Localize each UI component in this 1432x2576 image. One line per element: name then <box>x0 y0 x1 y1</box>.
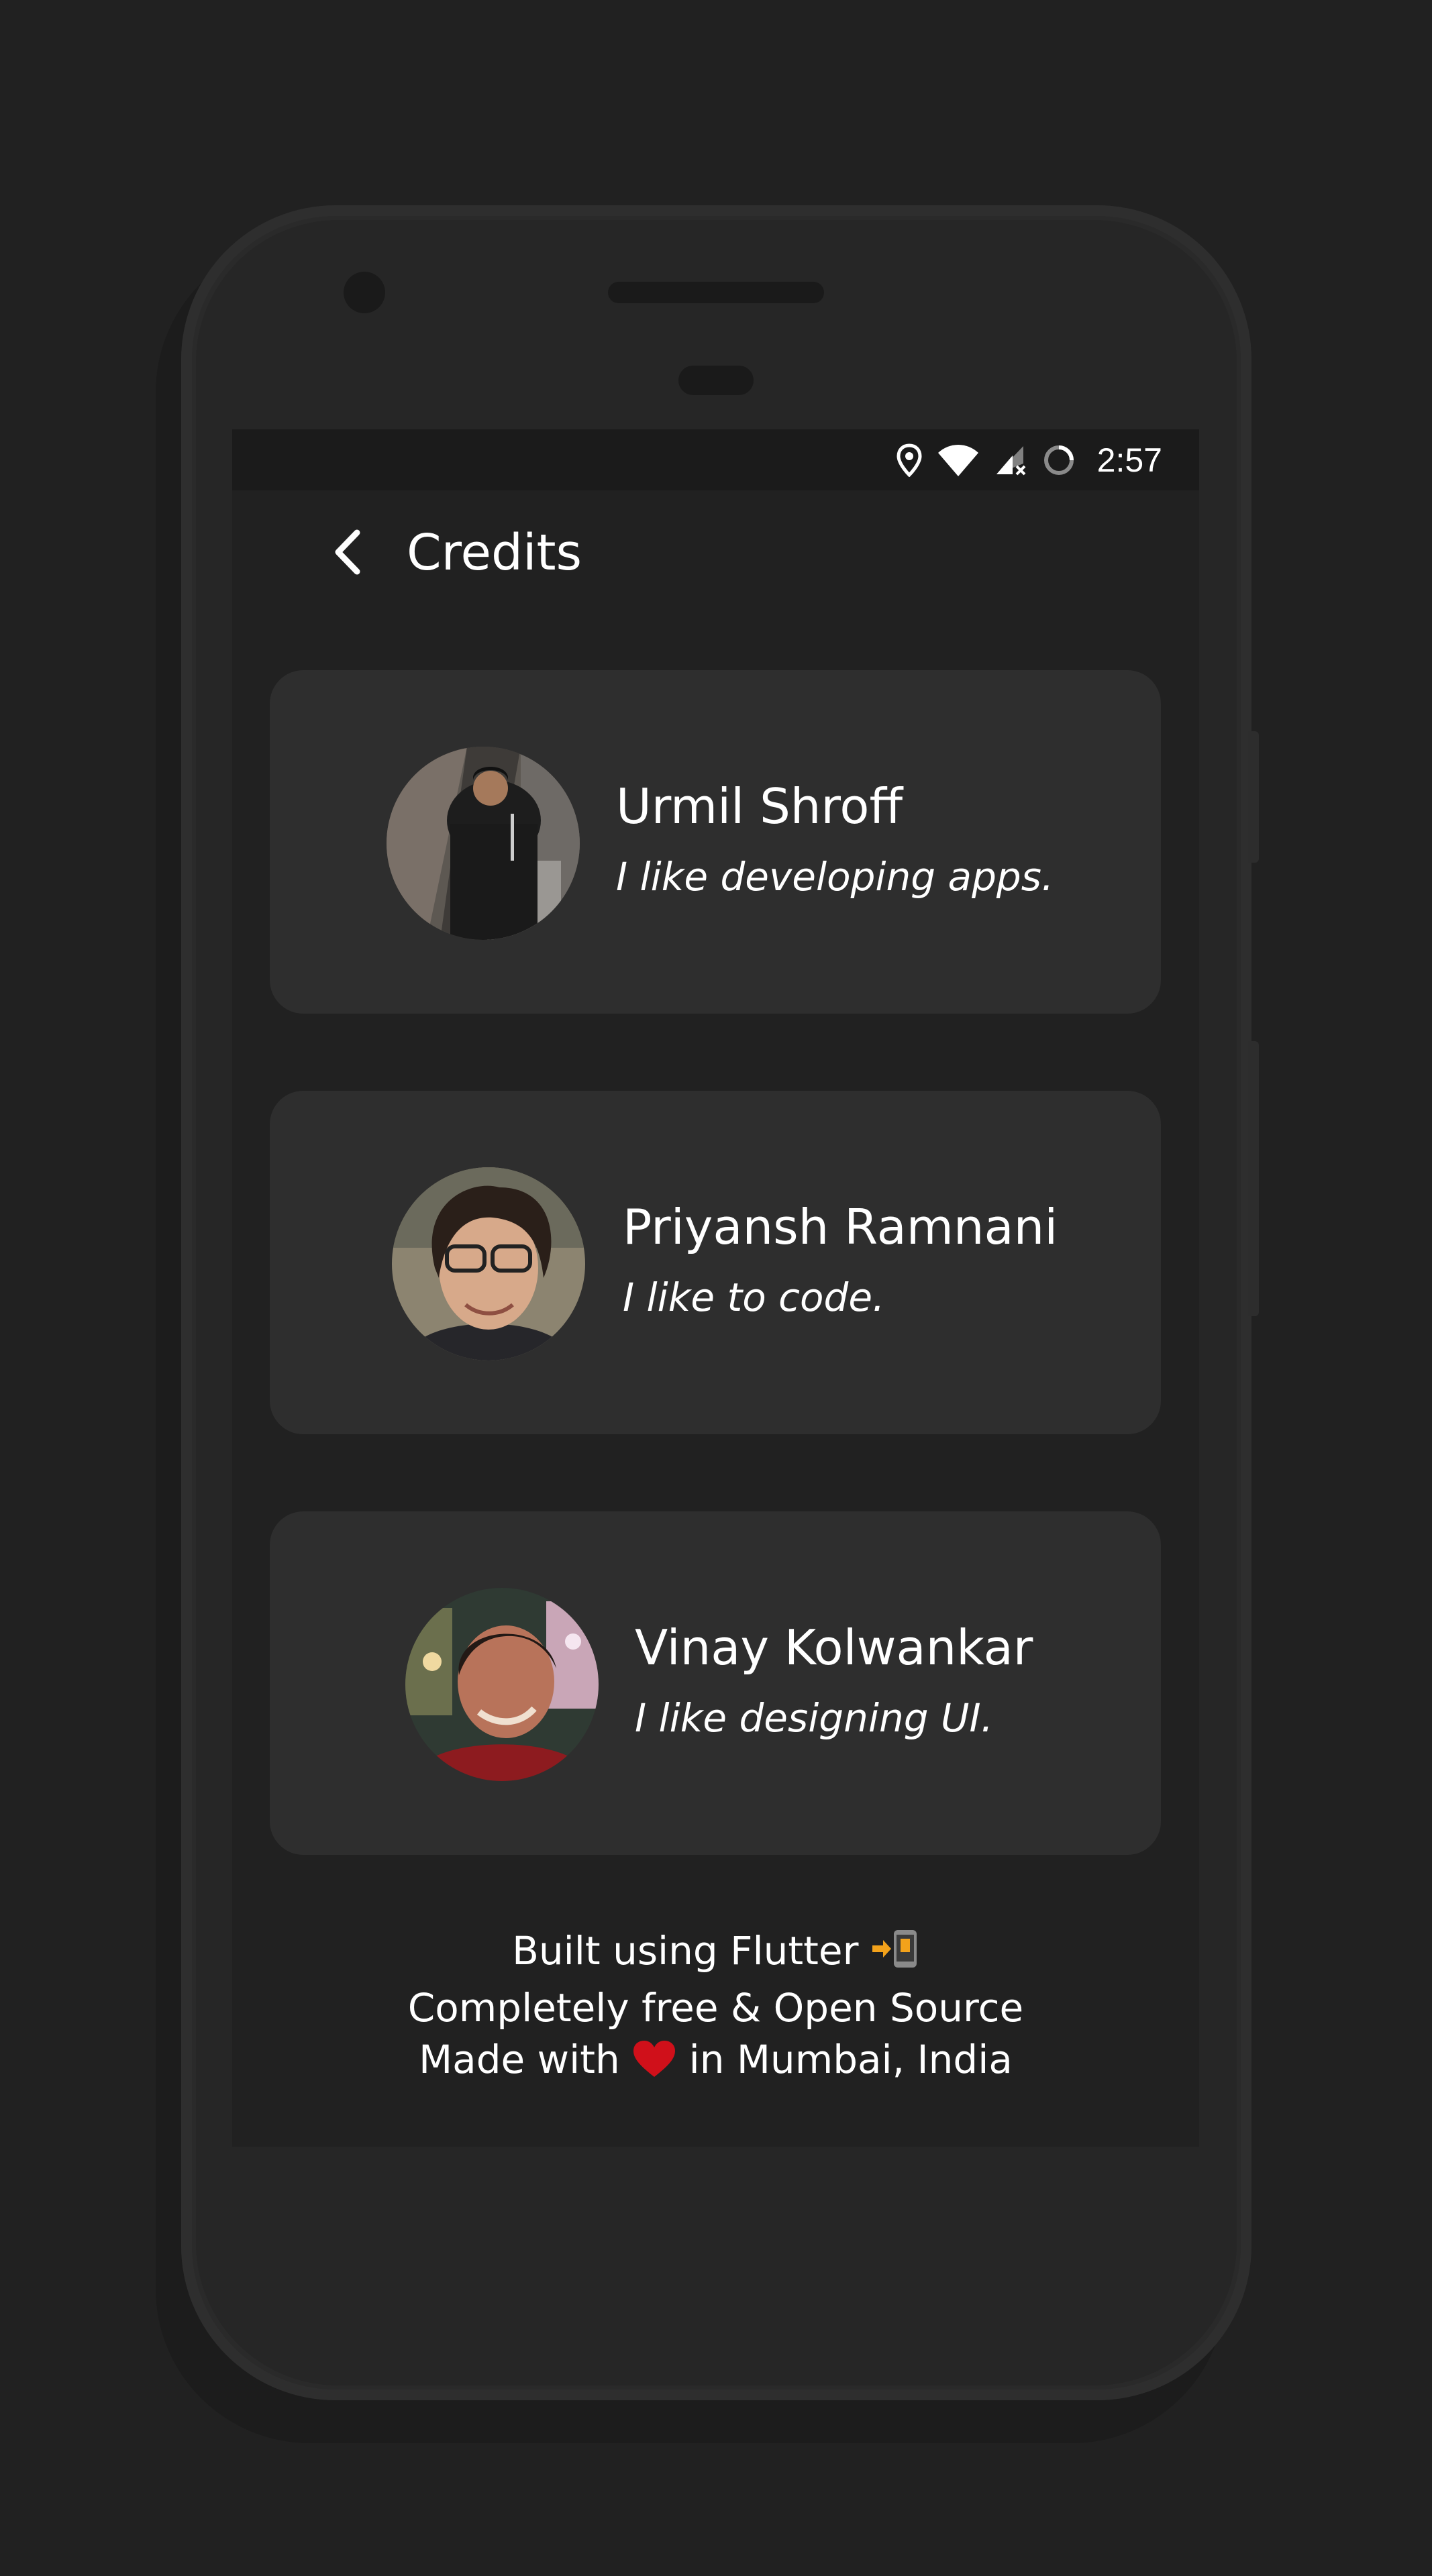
back-button[interactable] <box>321 527 374 580</box>
arrow-to-phone-icon <box>871 1928 919 1982</box>
person-name: Priyansh Ramnani <box>623 1199 1058 1255</box>
person-tagline: I like to code. <box>623 1275 885 1320</box>
location-icon <box>896 443 923 477</box>
page-title: Credits <box>407 524 582 582</box>
front-camera <box>344 272 385 313</box>
credit-card[interactable]: Urmil Shroff I like developing apps. <box>270 670 1161 1014</box>
person-tagline: I like designing UI. <box>635 1695 994 1741</box>
footer-made-text: Made with <box>419 2037 620 2082</box>
power-button <box>1248 731 1259 863</box>
avatar <box>405 1588 599 1781</box>
chevron-left-icon <box>331 529 364 578</box>
cell-signal-off-icon <box>994 443 1027 477</box>
person-name: Vinay Kolwankar <box>635 1619 1033 1676</box>
volume-button <box>1248 1041 1259 1316</box>
avatar <box>387 747 580 940</box>
earpiece-speaker <box>608 282 824 303</box>
heart-icon <box>632 2039 676 2091</box>
person-name: Urmil Shroff <box>616 778 903 835</box>
footer-built-text: Built using Flutter <box>512 1928 859 1974</box>
status-bar: 2:57 <box>232 429 1199 490</box>
credit-card[interactable]: Vinay Kolwankar I like designing UI. <box>270 1511 1161 1855</box>
footer-line: Completely free & Open Source <box>407 1985 1024 2031</box>
proximity-sensor <box>678 366 754 395</box>
person-tagline: I like developing apps. <box>616 854 1054 900</box>
avatar <box>392 1167 585 1360</box>
app-bar: Credits <box>232 490 1199 618</box>
status-time: 2:57 <box>1096 441 1162 479</box>
credit-card[interactable]: Priyansh Ramnani I like to code. <box>270 1091 1161 1434</box>
wifi-icon <box>937 443 979 477</box>
app-screen: 2:57 Credits Urmil Shroff I like develop… <box>232 429 1199 2147</box>
status-icons: 2:57 <box>896 429 1162 490</box>
footer-line: Built using Flutter <box>232 1925 1199 1982</box>
footer: Built using Flutter Completely free & Op… <box>232 1925 1199 2091</box>
sync-circle-icon <box>1042 443 1076 477</box>
footer-line: Made with in Mumbai, India <box>232 2034 1199 2091</box>
footer-location-text: in Mumbai, India <box>688 2037 1013 2082</box>
device-frame-background: 2:57 Credits Urmil Shroff I like develop… <box>0 0 1432 2576</box>
